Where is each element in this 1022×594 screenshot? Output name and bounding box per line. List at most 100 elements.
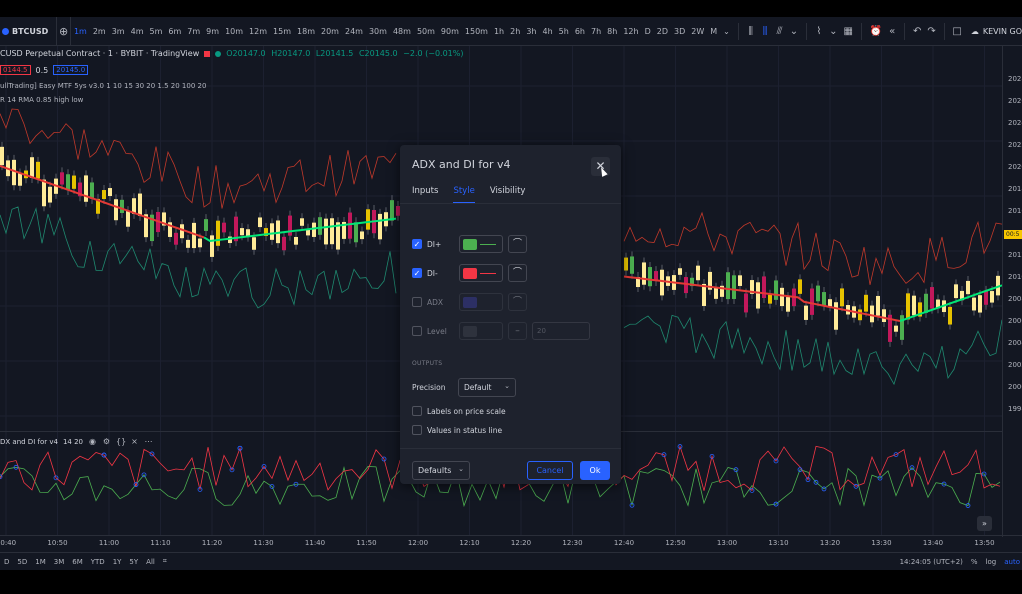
timeframe-18m[interactable]: 18m	[294, 27, 318, 36]
timeframe-20m[interactable]: 20m	[318, 27, 342, 36]
range-d[interactable]: D	[0, 558, 13, 566]
range-ytd[interactable]: YTD	[87, 558, 109, 566]
line-style-icon[interactable]: ⌒	[508, 264, 527, 282]
timeframe-12h[interactable]: 12h	[620, 27, 641, 36]
adx-checkbox[interactable]	[412, 297, 422, 307]
labels-on-price-scale-checkbox[interactable]	[412, 406, 422, 416]
range-1y[interactable]: 1Y	[109, 558, 126, 566]
line-style-icon[interactable]: –	[508, 322, 527, 340]
timeframe-2h[interactable]: 2h	[507, 27, 523, 36]
timeframe-10m[interactable]: 10m	[222, 27, 246, 36]
flag-icon[interactable]	[204, 50, 211, 57]
timeframe-150m[interactable]: 150m	[462, 27, 491, 36]
timeframe-7h[interactable]: 7h	[588, 27, 604, 36]
undo-icon[interactable]: ↶	[913, 25, 921, 38]
timeframe-M[interactable]: M	[707, 27, 720, 36]
eye-icon[interactable]: ◉	[88, 437, 97, 446]
timeframe-1h[interactable]: 1h	[491, 27, 507, 36]
range-5y[interactable]: 5Y	[125, 558, 142, 566]
timeframe-6m[interactable]: 6m	[165, 27, 184, 36]
timeframe-3h[interactable]: 3h	[523, 27, 539, 36]
timeframe-2W[interactable]: 2W	[688, 27, 707, 36]
adx-color-picker[interactable]	[459, 293, 503, 311]
compare-plus-icon[interactable]: ⊕	[57, 17, 71, 45]
sell-price[interactable]: 0144.5	[0, 65, 31, 75]
timeframe-90m[interactable]: 90m	[438, 27, 462, 36]
log-toggle[interactable]: log	[986, 558, 997, 566]
timeframe-15m[interactable]: 15m	[270, 27, 294, 36]
replay-icon[interactable]: «	[888, 25, 896, 38]
timeframe-D[interactable]: D	[642, 27, 654, 36]
more-menu-icon[interactable]: ⋯	[144, 437, 153, 446]
chevron-down-icon[interactable]: ⌄	[829, 25, 837, 38]
timeframe-5h[interactable]: 5h	[556, 27, 572, 36]
timeframe-6h[interactable]: 6h	[572, 27, 588, 36]
timeframe-4m[interactable]: 4m	[128, 27, 147, 36]
timeframe-8h[interactable]: 8h	[604, 27, 620, 36]
redo-icon[interactable]: ↷	[927, 25, 935, 38]
timeframe-50m[interactable]: 50m	[414, 27, 438, 36]
tab-inputs[interactable]: Inputs	[412, 186, 438, 196]
layout-icon[interactable]: □	[952, 25, 961, 38]
timeframe-9m[interactable]: 9m	[203, 27, 222, 36]
timeframe-24m[interactable]: 24m	[342, 27, 366, 36]
timeframe-1m[interactable]: 1m	[71, 27, 90, 36]
templates-grid-icon[interactable]: ▦	[844, 25, 853, 38]
range-3m[interactable]: 3M	[50, 558, 69, 566]
remove-close-icon[interactable]: ×	[130, 437, 139, 446]
ok-button[interactable]: Ok	[580, 461, 610, 480]
auto-toggle[interactable]: auto	[1004, 558, 1020, 566]
buy-price[interactable]: 20145.0	[53, 65, 89, 75]
timeframe-3m[interactable]: 3m	[109, 27, 128, 36]
range-6m[interactable]: 6M	[68, 558, 87, 566]
indicator-legend-1[interactable]: ullTrading] Easy MTF 5ys v3.0 1 10 15 30…	[0, 82, 206, 90]
line-style-icon[interactable]: ⌒	[508, 293, 527, 311]
timeframe-5m[interactable]: 5m	[147, 27, 166, 36]
time-axis[interactable]: 10:40 10:50 11:00 11:10 11:20 11:30 11:40 11:50…	[0, 535, 1022, 551]
level-checkbox[interactable]	[412, 326, 422, 336]
timeframe-7m[interactable]: 7m	[184, 27, 203, 36]
di-plus-color-picker[interactable]	[459, 235, 503, 253]
timeframe-3D[interactable]: 3D	[671, 27, 688, 36]
timeframe-2D[interactable]: 2D	[654, 27, 671, 36]
symbol-search[interactable]: BTCUSD	[0, 17, 58, 45]
scroll-to-realtime-icon[interactable]: »	[977, 516, 992, 531]
tab-visibility[interactable]: Visibility	[490, 186, 526, 196]
timeframe-4h[interactable]: 4h	[539, 27, 555, 36]
precision-select[interactable]: Default ⌄	[458, 378, 516, 397]
goto-date-icon[interactable]: ⌗	[159, 557, 171, 566]
plot-label: DI-	[427, 268, 438, 278]
indicator-legend-2[interactable]: R 14 RMA 0.85 high low	[0, 96, 83, 104]
tab-style[interactable]: Style	[453, 186, 476, 204]
di-plus-checkbox[interactable]: ✓	[412, 239, 422, 249]
adx-pane-label[interactable]: DX and DI for v4	[0, 438, 58, 446]
user-menu[interactable]: ☁ KEVIN GO	[971, 27, 1022, 36]
alert-icon[interactable]: ⏰	[870, 25, 882, 38]
price-axis[interactable]: 2028202620242022202020182016201420122010…	[1002, 46, 1022, 537]
timeframe-48m[interactable]: 48m	[390, 27, 414, 36]
candles-icon[interactable]: ⫼	[761, 25, 769, 38]
values-in-status-line-checkbox[interactable]	[412, 425, 422, 435]
range-5d[interactable]: 5D	[13, 558, 31, 566]
range-1m[interactable]: 1M	[31, 558, 50, 566]
percent-toggle[interactable]: %	[971, 558, 978, 566]
timeframe-12m[interactable]: 12m	[246, 27, 270, 36]
indicators-icon[interactable]: ⌇	[815, 25, 823, 38]
timeframe-2m[interactable]: 2m	[90, 27, 109, 36]
settings-gear-icon[interactable]: ⚙	[102, 437, 111, 446]
di-minus-checkbox[interactable]: ✓	[412, 268, 422, 278]
range-all[interactable]: All	[142, 558, 159, 566]
source-code-icon[interactable]: {}	[116, 437, 126, 446]
di-minus-color-picker[interactable]	[459, 264, 503, 282]
clock[interactable]: 14:24:05 (UTC+2)	[900, 558, 963, 566]
bar-style-icon[interactable]: ⫼	[746, 25, 754, 38]
cancel-button[interactable]: Cancel	[527, 461, 573, 480]
defaults-button[interactable]: Defaults ⌄	[412, 461, 470, 480]
line-style-icon[interactable]: ⌒	[508, 235, 527, 253]
timeframe-dropdown-chevron-icon[interactable]: ⌄	[720, 27, 733, 36]
level-color-picker[interactable]	[459, 322, 503, 340]
chevron-down-icon[interactable]: ⌄	[790, 25, 798, 38]
timeframe-30m[interactable]: 30m	[366, 27, 390, 36]
level-value-input[interactable]	[532, 322, 590, 340]
chart-type-icon[interactable]: ⫻	[775, 25, 783, 38]
